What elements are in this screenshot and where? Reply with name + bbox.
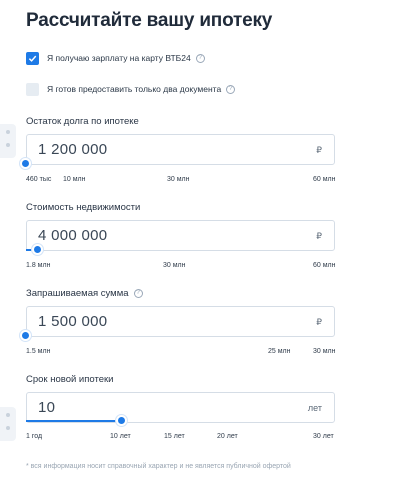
question-circle-icon[interactable]: ?	[226, 84, 236, 94]
property-value-field[interactable]: 4 000 000 ₽	[26, 220, 335, 251]
tick-label: 15 лет	[164, 433, 185, 440]
salary-card-checkbox-row[interactable]: Я получаю зарплату на карту ВТБ24 ?	[26, 51, 205, 65]
two-documents-checkbox[interactable]	[26, 82, 39, 96]
tick-label: 1 год	[26, 433, 43, 440]
requested-amount-slider-thumb[interactable]	[20, 330, 31, 341]
two-documents-checkbox-row[interactable]: Я готов предоставить только два документ…	[26, 82, 236, 96]
tick-label: 20 лет	[217, 433, 238, 440]
salary-card-checkbox[interactable]	[26, 51, 39, 65]
requested-amount-label: Запрашиваемая сумма	[26, 288, 129, 299]
remaining-debt-value[interactable]: 1 200 000	[38, 141, 107, 158]
requested-amount-label-row: Запрашиваемая сумма ?	[26, 288, 143, 299]
page-title: Рассчитайте вашу ипотеку	[26, 10, 273, 31]
remaining-debt-track[interactable]	[20, 158, 335, 169]
tick-label: 25 млн	[268, 348, 291, 355]
requested-amount-field[interactable]: 1 500 000 ₽	[26, 306, 335, 337]
question-circle-icon[interactable]: ?	[133, 289, 143, 298]
ruble-unit: ₽	[316, 145, 322, 155]
tick-label: 30 лет	[313, 433, 334, 440]
two-documents-label: Я готов предоставить только два документ…	[47, 84, 222, 94]
question-circle-icon[interactable]: ?	[195, 53, 205, 63]
remaining-debt-field[interactable]: 1 200 000 ₽	[26, 134, 335, 165]
loan-term-value[interactable]: 10	[38, 399, 55, 416]
requested-amount-value[interactable]: 1 500 000	[38, 313, 107, 330]
tick-label: 30 млн	[167, 176, 190, 183]
loan-term-track-fill	[26, 420, 122, 422]
requested-amount-track[interactable]	[20, 330, 335, 341]
remaining-debt-slider-thumb[interactable]	[20, 158, 31, 169]
tick-label: 1.5 млн	[26, 348, 51, 355]
property-value-label: Стоимость недвижимости	[26, 202, 141, 213]
loan-term-track[interactable]	[26, 415, 335, 426]
property-value-track[interactable]	[26, 244, 335, 255]
side-handle	[0, 124, 16, 158]
years-unit: лет	[307, 403, 322, 413]
ruble-unit: ₽	[316, 231, 322, 241]
tick-label: 60 млн	[313, 176, 336, 183]
checkmark-icon	[28, 55, 37, 62]
loan-term-label: Срок новой ипотеки	[26, 374, 114, 385]
tick-label: 60 млн	[313, 262, 336, 269]
tick-label: 10 млн	[63, 176, 86, 183]
salary-card-label: Я получаю зарплату на карту ВТБ24	[47, 53, 191, 63]
disclaimer-footnote: * вся информация носит справочный характ…	[26, 463, 291, 470]
remaining-debt-label: Остаток долга по ипотеке	[26, 116, 139, 127]
tick-label: 1.8 млн	[26, 262, 51, 269]
side-handle	[0, 407, 16, 441]
property-value-value[interactable]: 4 000 000	[38, 227, 107, 244]
ruble-unit: ₽	[316, 317, 322, 327]
loan-term-field[interactable]: 10 лет	[26, 392, 335, 423]
loan-term-slider-thumb[interactable]	[116, 415, 127, 426]
tick-label: 460 тыс	[26, 176, 52, 183]
tick-label: 30 млн	[313, 348, 336, 355]
property-value-slider-thumb[interactable]	[32, 244, 43, 255]
tick-label: 10 лет	[110, 433, 131, 440]
tick-label: 30 млн	[163, 262, 186, 269]
